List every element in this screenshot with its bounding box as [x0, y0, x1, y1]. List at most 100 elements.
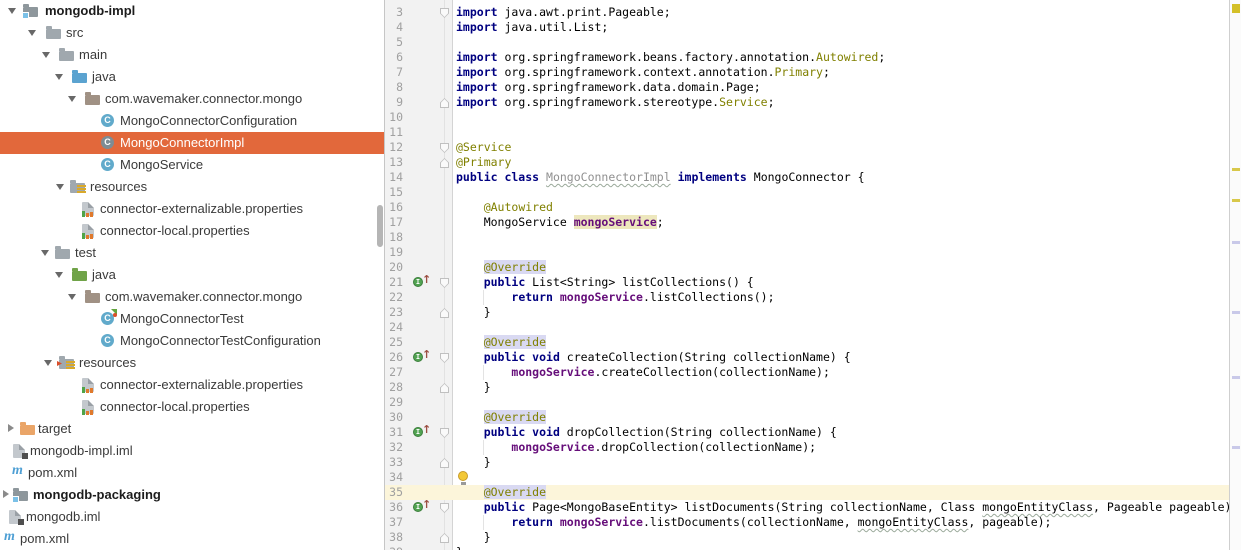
tree-item-mongodb-impl-iml[interactable]: mongodb-impl.iml — [0, 440, 385, 462]
tree-item-mongoconnectorconfiguration[interactable]: MongoConnectorConfiguration — [0, 110, 385, 132]
warning-stripe-mark[interactable] — [1232, 168, 1240, 171]
code-line-37[interactable]: 37 return mongoService.listDocuments(col… — [385, 515, 1229, 530]
code-line-20[interactable]: 20 @Override — [385, 260, 1229, 275]
tree-item-resources[interactable]: resources — [0, 352, 385, 374]
tree-item-pom-xml[interactable]: mpom.xml — [0, 528, 385, 550]
info-stripe-mark[interactable] — [1232, 311, 1240, 314]
fold-marker-icon[interactable] — [440, 158, 449, 168]
code-line-16[interactable]: 16 @Autowired — [385, 200, 1229, 215]
code-line-8[interactable]: 8import org.springframework.data.domain.… — [385, 80, 1229, 95]
expand-arrow-icon[interactable] — [8, 8, 16, 14]
tree-item-mongodb-iml[interactable]: mongodb.iml — [0, 506, 385, 528]
tree-item-target[interactable]: target — [0, 418, 385, 440]
error-stripe[interactable] — [1229, 0, 1241, 550]
code-line-31[interactable]: 31↑ public void dropCollection(String co… — [385, 425, 1229, 440]
tree-item-mongoconnectorimpl[interactable]: MongoConnectorImpl — [0, 132, 385, 154]
fold-marker-icon[interactable] — [440, 383, 449, 393]
code-line-10[interactable]: 10 — [385, 110, 1229, 125]
expand-arrow-icon[interactable] — [68, 294, 76, 300]
fold-marker-icon[interactable] — [440, 98, 449, 108]
lightbulb-icon[interactable] — [458, 471, 468, 481]
tree-item-connector-externalizable-properties[interactable]: connector-externalizable.properties — [0, 198, 385, 220]
code-line-26[interactable]: 26↑ public void createCollection(String … — [385, 350, 1229, 365]
tree-item-mongoconnectortestconfiguration[interactable]: MongoConnectorTestConfiguration — [0, 330, 385, 352]
tree-item-mongodb-impl[interactable]: mongodb-impl — [0, 0, 385, 22]
tree-item-connector-local-properties[interactable]: connector-local.properties — [0, 396, 385, 418]
code-line-29[interactable]: 29 — [385, 395, 1229, 410]
fold-marker-icon[interactable] — [440, 533, 449, 543]
implements-method-gutter-icon[interactable]: ↑ — [413, 425, 437, 440]
code-line-23[interactable]: 23 } — [385, 305, 1229, 320]
implements-method-gutter-icon[interactable]: ↑ — [413, 500, 437, 515]
code-line-30[interactable]: 30 @Override — [385, 410, 1229, 425]
expand-arrow-icon[interactable] — [3, 490, 9, 498]
implements-method-gutter-icon[interactable]: ↑ — [413, 350, 437, 365]
expand-arrow-icon[interactable] — [41, 250, 49, 256]
code-line-7[interactable]: 7import org.springframework.context.anno… — [385, 65, 1229, 80]
tree-scrollbar-thumb[interactable] — [377, 205, 383, 247]
code-line-6[interactable]: 6import org.springframework.beans.factor… — [385, 50, 1229, 65]
expand-arrow-icon[interactable] — [44, 360, 52, 366]
tree-item-test[interactable]: test — [0, 242, 385, 264]
tree-item-main[interactable]: main — [0, 44, 385, 66]
code-line-33[interactable]: 33 } — [385, 455, 1229, 470]
fold-marker-icon[interactable] — [440, 8, 449, 18]
code-line-14[interactable]: 14public class MongoConnectorImpl implem… — [385, 170, 1229, 185]
code-line-28[interactable]: 28 } — [385, 380, 1229, 395]
expand-arrow-icon[interactable] — [8, 424, 14, 432]
tree-item-java[interactable]: java — [0, 66, 385, 88]
fold-marker-icon[interactable] — [440, 503, 449, 513]
code-line-5[interactable]: 5 — [385, 35, 1229, 50]
tree-item-mongodb-packaging[interactable]: mongodb-packaging — [0, 484, 385, 506]
code-line-9[interactable]: 9import org.springframework.stereotype.S… — [385, 95, 1229, 110]
expand-arrow-icon[interactable] — [56, 184, 64, 190]
tree-item-resources[interactable]: resources — [0, 176, 385, 198]
info-stripe-mark[interactable] — [1232, 446, 1240, 449]
tree-item-pom-xml[interactable]: mpom.xml — [0, 462, 385, 484]
tree-item-java[interactable]: java — [0, 264, 385, 286]
code-line-12[interactable]: 12@Service — [385, 140, 1229, 155]
code-line-36[interactable]: 36↑ public Page<MongoBaseEntity> listDoc… — [385, 500, 1229, 515]
tree-item-com-wavemaker-connector-mongo[interactable]: com.wavemaker.connector.mongo — [0, 286, 385, 308]
code-line-39[interactable]: 39} — [385, 545, 1229, 550]
code-line-17[interactable]: 17 MongoService mongoService; — [385, 215, 1229, 230]
tree-item-connector-externalizable-properties[interactable]: connector-externalizable.properties — [0, 374, 385, 396]
expand-arrow-icon[interactable] — [28, 30, 36, 36]
inspection-indicator-icon[interactable] — [1232, 4, 1240, 13]
fold-marker-icon[interactable] — [440, 428, 449, 438]
expand-arrow-icon[interactable] — [68, 96, 76, 102]
fold-marker-icon[interactable] — [440, 353, 449, 363]
info-stripe-mark[interactable] — [1232, 241, 1240, 244]
fold-marker-icon[interactable] — [440, 143, 449, 153]
expand-arrow-icon[interactable] — [55, 272, 63, 278]
code-line-15[interactable]: 15 — [385, 185, 1229, 200]
code-line-21[interactable]: 21↑ public List<String> listCollections(… — [385, 275, 1229, 290]
code-line-25[interactable]: 25 @Override — [385, 335, 1229, 350]
tree-item-mongoservice[interactable]: MongoService — [0, 154, 385, 176]
code-line-3[interactable]: 3import java.awt.print.Pageable; — [385, 5, 1229, 20]
fold-marker-icon[interactable] — [440, 278, 449, 288]
tree-item-mongoconnectortest[interactable]: MongoConnectorTest — [0, 308, 385, 330]
code-line-35[interactable]: 35 @Override — [385, 485, 1229, 500]
implements-method-gutter-icon[interactable]: ↑ — [413, 275, 437, 290]
code-line-19[interactable]: 19 — [385, 245, 1229, 260]
fold-marker-icon[interactable] — [440, 458, 449, 468]
code-line-27[interactable]: 27 mongoService.createCollection(collect… — [385, 365, 1229, 380]
tree-item-src[interactable]: src — [0, 22, 385, 44]
code-line-34[interactable]: 34 — [385, 470, 1229, 485]
expand-arrow-icon[interactable] — [55, 74, 63, 80]
code-line-18[interactable]: 18 — [385, 230, 1229, 245]
code-line-32[interactable]: 32 mongoService.dropCollection(collectio… — [385, 440, 1229, 455]
code-editor[interactable]: 3import java.awt.print.Pageable;4import … — [385, 0, 1229, 550]
code-line-11[interactable]: 11 — [385, 125, 1229, 140]
fold-marker-icon[interactable] — [440, 308, 449, 318]
expand-arrow-icon[interactable] — [42, 52, 50, 58]
warning-stripe-mark[interactable] — [1232, 199, 1240, 202]
tree-item-com-wavemaker-connector-mongo[interactable]: com.wavemaker.connector.mongo — [0, 88, 385, 110]
code-line-24[interactable]: 24 — [385, 320, 1229, 335]
project-tree[interactable]: mongodb-implsrcmainjavacom.wavemaker.con… — [0, 0, 385, 550]
code-line-22[interactable]: 22 return mongoService.listCollections()… — [385, 290, 1229, 305]
info-stripe-mark[interactable] — [1232, 376, 1240, 379]
code-line-38[interactable]: 38 } — [385, 530, 1229, 545]
code-line-4[interactable]: 4import java.util.List; — [385, 20, 1229, 35]
